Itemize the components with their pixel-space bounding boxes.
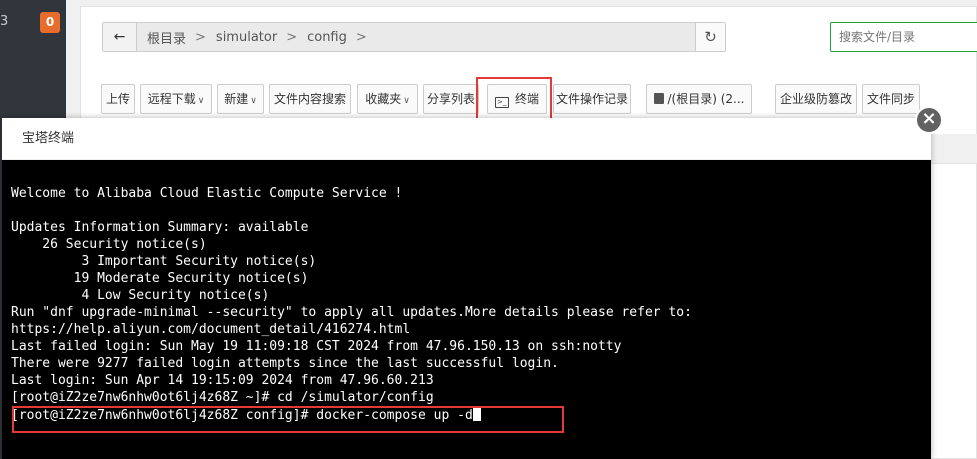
tamper-protection-label: 企业级防篡改	[779, 92, 852, 106]
breadcrumb: 根目录 > simulator > config >	[137, 23, 697, 51]
terminal-line: https://help.aliyun.com/document_detail/…	[11, 322, 411, 337]
terminal-button-highlight	[476, 77, 552, 121]
search-input[interactable]	[830, 22, 977, 52]
upload-button[interactable]: 上传	[101, 84, 135, 114]
modal-title: 宝塔终端	[2, 118, 931, 160]
breadcrumb-root[interactable]: 根目录	[137, 28, 186, 47]
background-table-header	[931, 134, 977, 164]
back-arrow-icon[interactable]: ←	[103, 23, 137, 51]
remote-download-label: 远程下载	[147, 92, 196, 106]
path-bar: ← 根目录 > simulator > config > ↻	[102, 22, 726, 52]
root-disk-label: /(根目录) (2...	[667, 92, 745, 106]
version-text: 3	[0, 14, 9, 29]
favorites-label: 收藏夹	[365, 92, 402, 106]
new-button[interactable]: 新建 ∨	[217, 84, 264, 114]
content-search-button[interactable]: 文件内容搜索	[269, 84, 351, 114]
breadcrumb-separator-icon: >	[195, 29, 206, 45]
terminal-line: 3 Important Security notice(s)	[11, 254, 317, 269]
terminal-line: Last login: Sun Apr 14 19:15:09 2024 fro…	[11, 373, 434, 388]
terminal-line: Run "dnf upgrade-minimal --security" to …	[11, 305, 692, 320]
file-sync-label: 文件同步	[866, 92, 915, 106]
file-log-button[interactable]: 文件操作记录	[553, 84, 631, 114]
terminal-line: [root@iZ2ze7nw6nhw0ot6lj4z68Z ~]# cd /si…	[11, 390, 434, 405]
upload-label: 上传	[105, 92, 130, 106]
terminal-line: Updates Information Summary: available	[11, 220, 309, 235]
terminal-line: 19 Moderate Security notice(s)	[11, 271, 309, 286]
content-search-label: 文件内容搜索	[273, 92, 346, 106]
terminal-line: Last failed login: Sun May 19 11:09:18 C…	[11, 339, 622, 354]
share-list-button[interactable]: 分享列表	[423, 84, 479, 114]
file-log-label: 文件操作记录	[555, 92, 628, 106]
favorites-button[interactable]: 收藏夹 ∨	[357, 84, 418, 114]
terminal-line: There were 9277 failed login attempts si…	[11, 356, 559, 371]
breadcrumb-separator-icon: >	[355, 29, 367, 45]
tamper-protection-button[interactable]: 企业级防篡改	[775, 84, 857, 114]
breadcrumb-config[interactable]: config	[297, 30, 347, 45]
terminal-line: 26 Security notice(s)	[11, 237, 207, 252]
refresh-icon[interactable]: ↻	[695, 23, 725, 51]
chevron-down-icon: ∨	[403, 96, 410, 106]
chevron-down-icon: ∨	[250, 96, 257, 106]
breadcrumb-simulator[interactable]: simulator	[206, 30, 277, 45]
close-icon[interactable]: ×	[915, 106, 943, 134]
terminal-line: Welcome to Alibaba Cloud Elastic Compute…	[11, 186, 403, 201]
new-label: 新建	[224, 92, 249, 106]
file-sync-button[interactable]: 文件同步	[862, 84, 920, 114]
share-list-label: 分享列表	[426, 92, 475, 106]
terminal-line: 4 Low Security notice(s)	[11, 288, 270, 303]
root-disk-button[interactable]: /(根目录) (2...	[646, 84, 752, 114]
remote-download-button[interactable]: 远程下载 ∨	[140, 84, 212, 114]
command-highlight	[12, 406, 564, 433]
disk-icon	[653, 93, 664, 104]
breadcrumb-separator-icon: >	[286, 29, 298, 45]
notification-badge[interactable]: 0	[40, 12, 60, 33]
chevron-down-icon: ∨	[197, 96, 205, 106]
